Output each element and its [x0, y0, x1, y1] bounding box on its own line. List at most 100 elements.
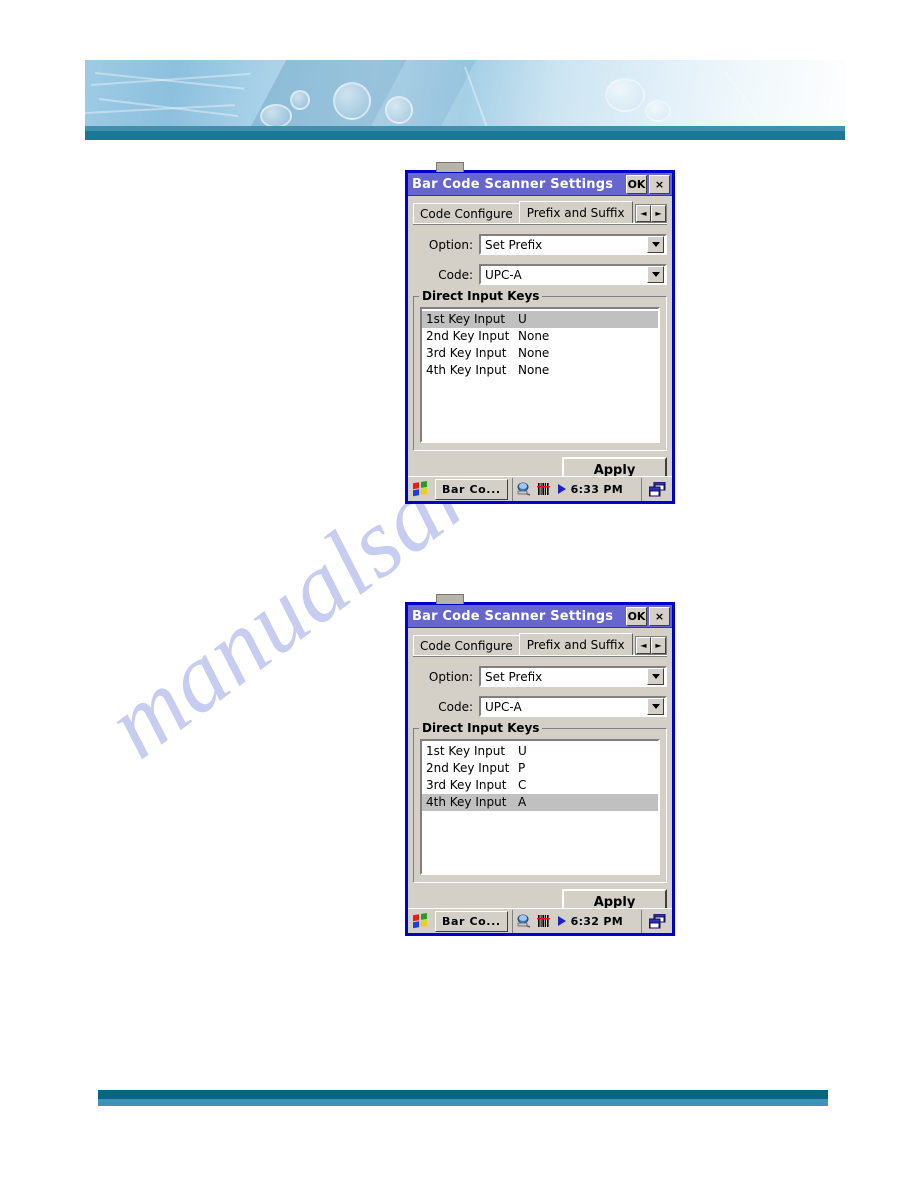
- play-arrow-icon[interactable]: [557, 483, 567, 495]
- barcode-scanner-settings-dialog-2[interactable]: Bar Code Scanner Settings OK × Code Conf…: [405, 594, 675, 936]
- key-input-label: 2nd Key Input: [426, 761, 510, 775]
- code-label: Code:: [438, 699, 473, 714]
- ok-button[interactable]: OK: [626, 606, 647, 626]
- tab-scroll-right-icon[interactable]: ►: [651, 637, 666, 654]
- switch-windows-icon: [648, 913, 665, 928]
- chevron-down-icon[interactable]: [647, 266, 664, 283]
- list-item[interactable]: 2nd Key Input P: [422, 760, 658, 777]
- tab-scroll-right-icon[interactable]: ►: [651, 205, 666, 222]
- banner-bubble: [385, 96, 413, 124]
- tab-strip: Code Configure Prefix and Suffix ◄ ►: [413, 201, 667, 223]
- system-tray: 6:33 PM: [511, 477, 641, 501]
- switch-windows-button[interactable]: [641, 477, 672, 501]
- direct-input-keys-list[interactable]: 1st Key Input U 2nd Key Input P 3rd Key …: [420, 739, 660, 875]
- taskbar-clock: 6:32 PM: [570, 914, 623, 928]
- dialog-titlebar: Bar Code Scanner Settings OK ×: [408, 173, 672, 196]
- list-item[interactable]: 2nd Key Input None: [422, 328, 658, 345]
- taskbar-task-button[interactable]: Bar Co...: [435, 478, 508, 500]
- ok-button[interactable]: OK: [626, 174, 647, 194]
- code-value: UPC-A: [485, 267, 522, 282]
- list-item[interactable]: 3rd Key Input C: [422, 777, 658, 794]
- code-dropdown[interactable]: UPC-A: [479, 264, 667, 285]
- key-input-label: 4th Key Input: [426, 795, 507, 809]
- group-title: Direct Input Keys: [419, 289, 543, 303]
- group-title: Direct Input Keys: [419, 721, 543, 735]
- system-tray: 6:32 PM: [511, 909, 641, 933]
- key-input-label: 3rd Key Input: [426, 778, 507, 792]
- dialog-body: Code Configure Prefix and Suffix ◄ ► Opt…: [408, 196, 672, 476]
- key-input-value: A: [518, 795, 527, 809]
- option-value: Set Prefix: [485, 237, 543, 252]
- window-notch: [436, 594, 464, 604]
- window-notch: [436, 162, 464, 172]
- key-input-value: P: [518, 761, 526, 775]
- banner-accent-line-dark: [85, 131, 845, 140]
- key-input-label: 1st Key Input: [426, 312, 506, 326]
- banner-bubble: [260, 104, 292, 128]
- play-arrow-icon[interactable]: [557, 915, 567, 927]
- tab-prefix-and-suffix[interactable]: Prefix and Suffix: [518, 633, 633, 655]
- key-input-label: 2nd Key Input: [426, 329, 510, 343]
- close-icon[interactable]: ×: [649, 606, 670, 626]
- key-input-label: 1st Key Input: [426, 744, 506, 758]
- dialog-body: Code Configure Prefix and Suffix ◄ ► Opt…: [408, 628, 672, 908]
- option-field-row: Option: Set Prefix: [413, 666, 667, 687]
- windows-flag-icon: [412, 480, 428, 497]
- code-label: Code:: [438, 267, 473, 282]
- footer-accent-line-dark: [98, 1090, 828, 1099]
- tab-code-configure[interactable]: Code Configure: [413, 203, 520, 223]
- start-button[interactable]: [408, 910, 432, 933]
- chevron-down-icon[interactable]: [647, 698, 664, 715]
- chevron-down-icon[interactable]: [647, 668, 664, 685]
- tab-scroll-left-icon[interactable]: ◄: [636, 205, 651, 222]
- switch-windows-icon: [648, 481, 665, 496]
- code-field-row: Code: UPC-A: [413, 264, 667, 285]
- option-field-row: Option: Set Prefix: [413, 234, 667, 255]
- apply-button-row: Apply: [413, 457, 667, 476]
- code-field-row: Code: UPC-A: [413, 696, 667, 717]
- chevron-down-icon[interactable]: [647, 236, 664, 253]
- list-item[interactable]: 3rd Key Input None: [422, 345, 658, 362]
- tab-code-configure[interactable]: Code Configure: [413, 635, 520, 655]
- tab-prefix-and-suffix[interactable]: Prefix and Suffix: [518, 201, 633, 223]
- list-item[interactable]: 4th Key Input A: [422, 794, 658, 811]
- start-button[interactable]: [408, 478, 432, 501]
- key-input-value: None: [518, 363, 550, 377]
- taskbar-clock: 6:33 PM: [570, 482, 623, 496]
- key-input-value: C: [518, 778, 527, 792]
- key-input-value: U: [518, 312, 527, 326]
- close-icon[interactable]: ×: [649, 174, 670, 194]
- dialog-titlebar: Bar Code Scanner Settings OK ×: [408, 605, 672, 628]
- list-item[interactable]: 1st Key Input U: [422, 743, 658, 760]
- desktop-scanner-icon[interactable]: [517, 914, 533, 929]
- option-value: Set Prefix: [485, 669, 543, 684]
- tab-scroll-buttons[interactable]: ◄ ►: [635, 636, 667, 655]
- option-dropdown[interactable]: Set Prefix: [479, 234, 667, 255]
- option-dropdown[interactable]: Set Prefix: [479, 666, 667, 687]
- switch-windows-button[interactable]: [641, 909, 672, 933]
- page-header-banner: [85, 60, 845, 130]
- list-item[interactable]: 4th Key Input None: [422, 362, 658, 379]
- code-dropdown[interactable]: UPC-A: [479, 696, 667, 717]
- barcode-icon[interactable]: [536, 914, 553, 928]
- desktop-scanner-icon[interactable]: [517, 482, 533, 497]
- taskbar: Bar Co... 6:33 PM: [408, 476, 672, 501]
- key-input-value: None: [518, 329, 550, 343]
- key-input-label: 4th Key Input: [426, 363, 507, 377]
- apply-button[interactable]: Apply: [562, 457, 667, 476]
- direct-input-keys-list[interactable]: 1st Key Input U 2nd Key Input None 3rd K…: [420, 307, 660, 443]
- barcode-scanner-settings-dialog-1[interactable]: Bar Code Scanner Settings OK × Code Conf…: [405, 162, 675, 504]
- taskbar-task-button[interactable]: Bar Co...: [435, 910, 508, 932]
- direct-input-keys-group: Direct Input Keys 1st Key Input U 2nd Ke…: [413, 289, 667, 451]
- key-input-value: None: [518, 346, 550, 360]
- option-label: Option:: [428, 669, 473, 684]
- apply-button[interactable]: Apply: [562, 889, 667, 908]
- footer-accent-line: [98, 1099, 828, 1106]
- tab-scroll-left-icon[interactable]: ◄: [636, 637, 651, 654]
- code-value: UPC-A: [485, 699, 522, 714]
- tab-scroll-buttons[interactable]: ◄ ►: [635, 204, 667, 223]
- dialog-title: Bar Code Scanner Settings: [412, 176, 614, 192]
- barcode-icon[interactable]: [536, 482, 553, 496]
- key-input-value: U: [518, 744, 527, 758]
- list-item[interactable]: 1st Key Input U: [422, 311, 658, 328]
